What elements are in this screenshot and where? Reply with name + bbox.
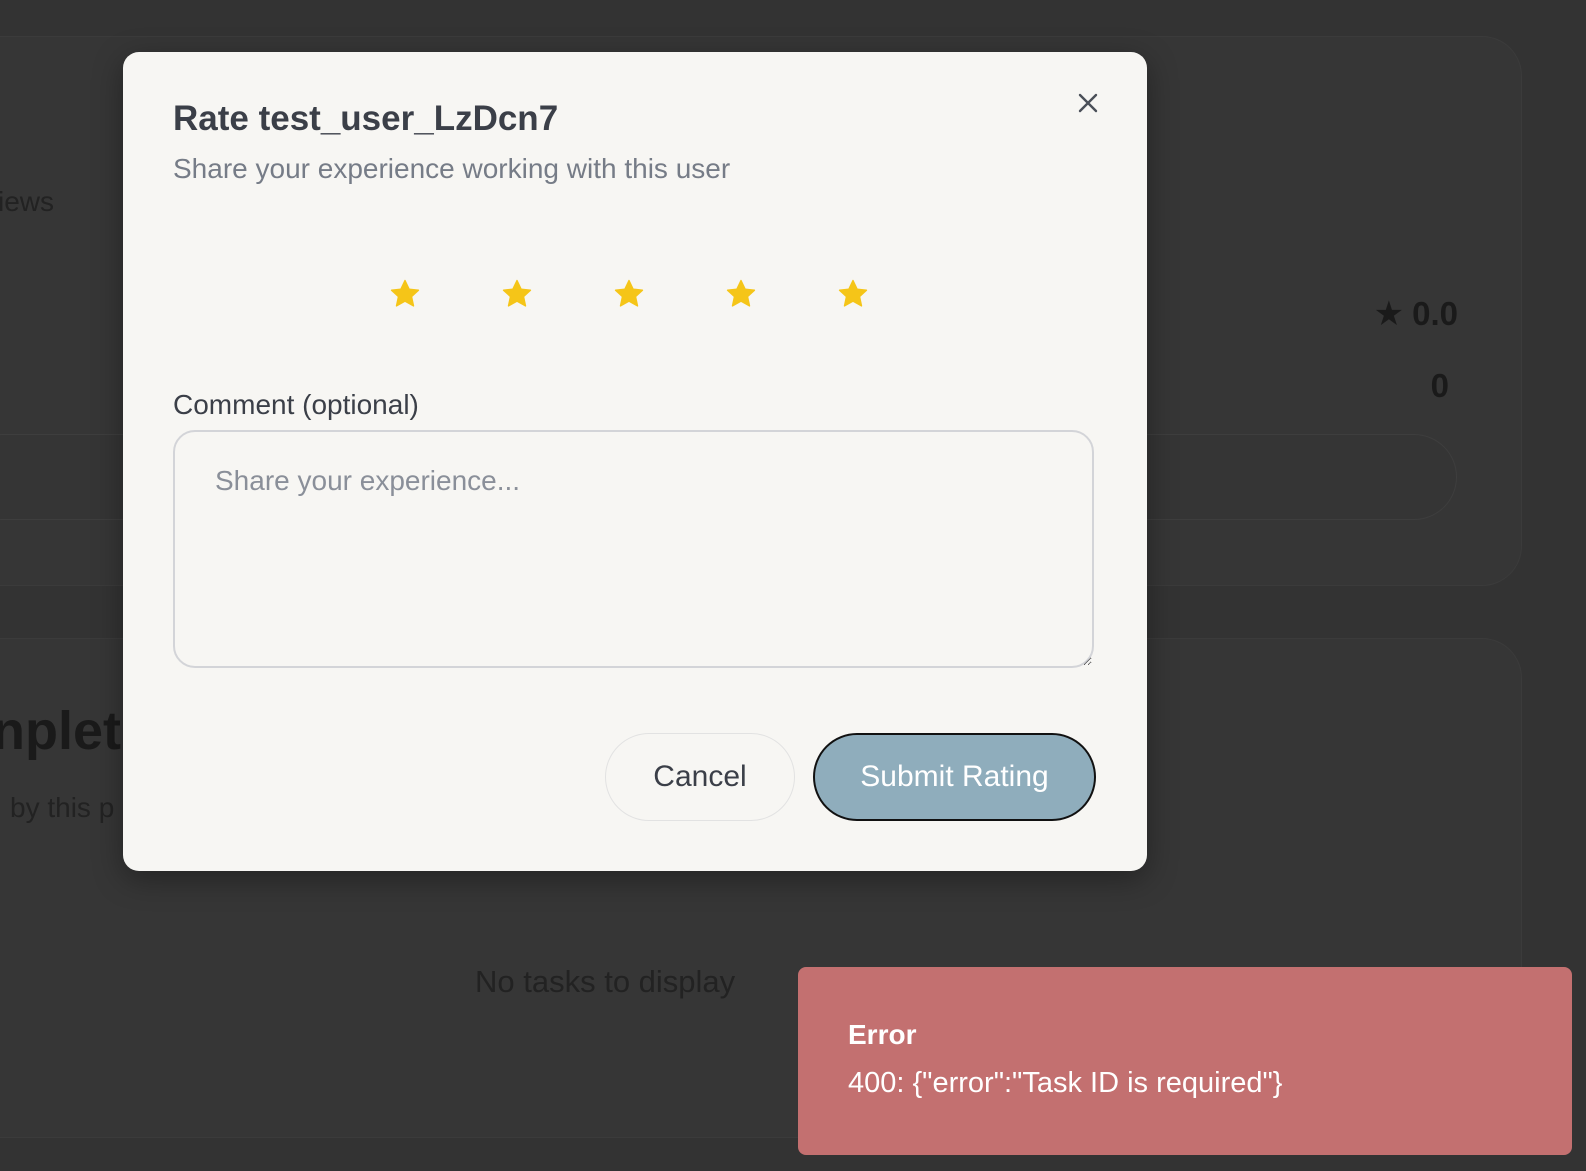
star-icon <box>838 279 868 307</box>
star-icon <box>502 279 532 307</box>
cancel-button[interactable]: Cancel <box>605 733 795 821</box>
rating-star-5[interactable] <box>836 277 870 311</box>
star-rating-selector <box>388 277 870 311</box>
review-count: 0 <box>1430 367 1449 404</box>
reviews-label: iews <box>0 186 55 217</box>
toast-title: Error <box>848 1019 917 1050</box>
dialog-subtitle: Share your experience working with this … <box>173 153 731 184</box>
star-icon <box>390 279 420 307</box>
submit-rating-button[interactable]: Submit Rating <box>813 733 1096 821</box>
star-icon <box>614 279 644 307</box>
rating-summary: ★ 0.0 <box>1374 294 1458 334</box>
app-stage: iews ★ 0.0 0 nplete by this p No tasks t… <box>0 0 1586 1171</box>
completed-tasks-subtitle: by this p <box>10 792 115 823</box>
rating-star-1[interactable] <box>388 277 422 311</box>
rating-star-2[interactable] <box>500 277 534 311</box>
empty-state-text: No tasks to display <box>475 964 736 999</box>
close-icon <box>1078 93 1098 113</box>
comment-label: Comment (optional) <box>173 389 419 420</box>
rating-star-3[interactable] <box>612 277 646 311</box>
dialog-title: Rate test_user_LzDcn7 <box>173 99 559 138</box>
close-button[interactable] <box>1071 86 1105 120</box>
star-icon <box>726 279 756 307</box>
comment-textarea[interactable] <box>173 430 1094 668</box>
rating-star-4[interactable] <box>724 277 758 311</box>
rate-user-dialog: Rate test_user_LzDcn7 Share your experie… <box>123 52 1147 871</box>
star-icon: ★ <box>1373 295 1405 333</box>
error-toast: Error 400: {"error":"Task ID is required… <box>798 967 1572 1155</box>
toast-message: 400: {"error":"Task ID is required"} <box>848 1067 1283 1099</box>
rating-value: 0.0 <box>1412 295 1458 332</box>
